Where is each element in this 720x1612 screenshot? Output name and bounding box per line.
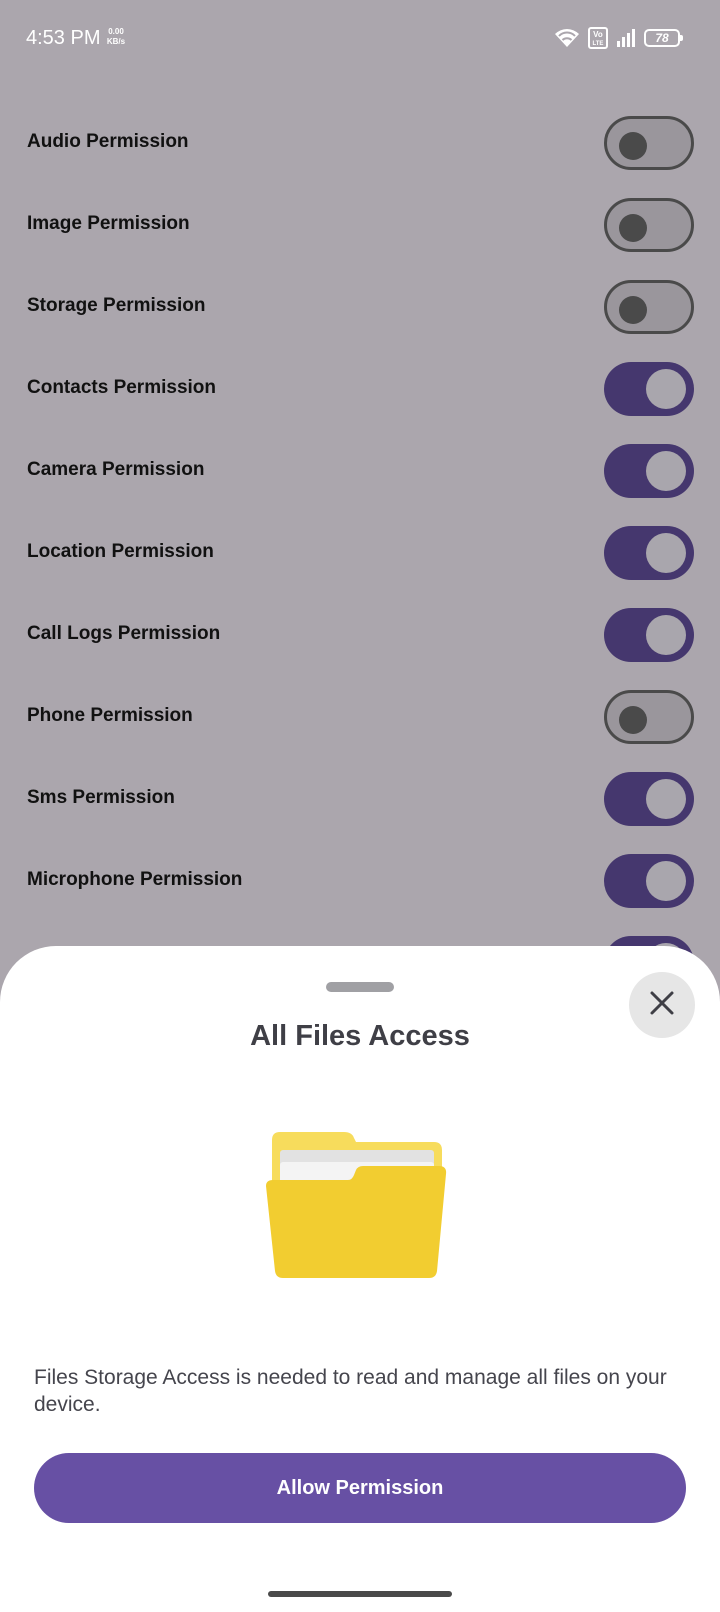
toggle-knob xyxy=(619,706,647,734)
toggle-knob xyxy=(646,369,686,409)
volte-label-bottom: LTE xyxy=(593,41,604,47)
network-speed-unit: KB/s xyxy=(106,37,126,46)
permission-toggle[interactable] xyxy=(604,444,694,498)
permission-label: Audio Permission xyxy=(27,131,189,152)
permission-label: Phone Permission xyxy=(27,705,193,726)
battery-icon: 78 xyxy=(644,29,683,47)
all-files-access-sheet: All Files Access Files Storage Access is… xyxy=(0,946,720,1612)
permission-row: Image Permission xyxy=(0,182,720,264)
toggle-knob xyxy=(646,779,686,819)
status-bar: 4:53 PM 0.00 KB/s Vo LTE 78 xyxy=(0,0,720,76)
toggle-knob xyxy=(619,296,647,324)
permission-toggle[interactable] xyxy=(604,854,694,908)
permission-row: Call Logs Permission xyxy=(0,592,720,674)
status-time: 4:53 PM xyxy=(26,27,101,49)
toggle-knob xyxy=(646,861,686,901)
permission-row: Phone Permission xyxy=(0,674,720,756)
home-indicator xyxy=(268,1591,452,1597)
wifi-icon xyxy=(554,28,580,48)
toggle-knob xyxy=(646,533,686,573)
toggle-knob xyxy=(619,214,647,242)
permission-label: Location Permission xyxy=(27,541,214,562)
permission-label: Call Logs Permission xyxy=(27,623,221,644)
sheet-title: All Files Access xyxy=(250,1020,470,1052)
permission-toggle[interactable] xyxy=(604,690,694,744)
permission-list: Audio Permission Image Permission Storage … xyxy=(0,100,720,1002)
permission-toggle[interactable] xyxy=(604,198,694,252)
permission-label: Camera Permission xyxy=(27,459,205,480)
network-speed-value: 0.00 xyxy=(108,27,124,36)
permission-label: Sms Permission xyxy=(27,787,175,808)
permission-toggle[interactable] xyxy=(604,608,694,662)
permission-toggle[interactable] xyxy=(604,526,694,580)
permission-row: Location Permission xyxy=(0,510,720,592)
permission-row: Audio Permission xyxy=(0,100,720,182)
volte-icon: Vo LTE xyxy=(588,27,608,49)
permission-row: Contacts Permission xyxy=(0,346,720,428)
toggle-knob xyxy=(646,615,686,655)
drag-handle[interactable] xyxy=(326,982,394,992)
folder-icon xyxy=(266,1130,448,1285)
volte-label-top: Vo xyxy=(593,30,603,39)
permission-row: Sms Permission xyxy=(0,756,720,838)
permission-row: Storage Permission xyxy=(0,264,720,346)
signal-icon xyxy=(616,28,636,48)
toggle-knob xyxy=(646,451,686,491)
permission-label: Image Permission xyxy=(27,213,190,234)
permission-toggle[interactable] xyxy=(604,280,694,334)
close-icon xyxy=(649,990,675,1021)
permission-row: Camera Permission xyxy=(0,428,720,510)
allow-permission-button[interactable]: Allow Permission xyxy=(34,1453,686,1523)
network-speed: 0.00 KB/s xyxy=(101,27,131,47)
permission-row: Microphone Permission xyxy=(0,838,720,920)
permission-toggle[interactable] xyxy=(604,362,694,416)
permission-label: Microphone Permission xyxy=(27,869,243,890)
permission-toggle[interactable] xyxy=(604,116,694,170)
sheet-description: Files Storage Access is needed to read a… xyxy=(34,1366,667,1416)
permission-label: Storage Permission xyxy=(27,295,206,316)
permission-label: Contacts Permission xyxy=(27,377,216,398)
toggle-knob xyxy=(619,132,647,160)
permission-toggle[interactable] xyxy=(604,772,694,826)
status-icons: Vo LTE 78 xyxy=(554,25,683,51)
